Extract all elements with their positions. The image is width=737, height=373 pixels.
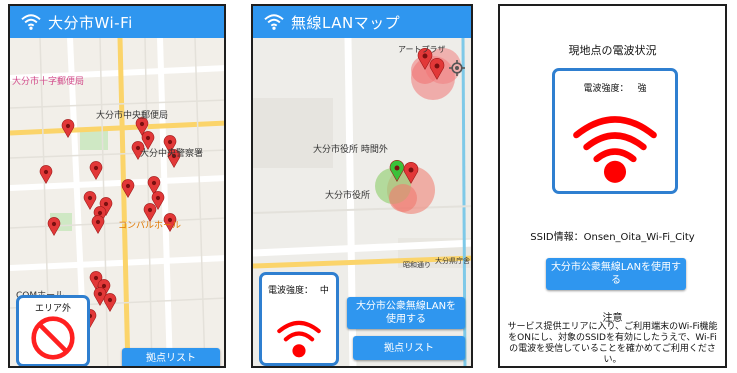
map-label: アートプラザ — [398, 45, 446, 54]
map-pin-dot — [97, 210, 103, 216]
signal-strength-row: 電波強度： 強 — [555, 81, 675, 94]
location-target-icon[interactable] — [449, 60, 465, 76]
map-label: 昭和通り — [403, 261, 431, 269]
use-public-lan-button[interactable]: 大分市公衆無線LANを使用する — [546, 258, 686, 290]
map-pin-dot — [125, 183, 131, 189]
location-list-button[interactable]: 拠点リスト — [122, 348, 220, 366]
map-pin-dot — [155, 195, 161, 201]
map-pin-dot — [87, 195, 93, 201]
wifi-signal-icon — [573, 116, 657, 183]
map-label: 大分市中央郵便局 — [96, 111, 169, 121]
map-pin-dot — [139, 121, 145, 127]
ssid-info: SSID情報：Onsen_Oita_Wi-Fi_City — [530, 232, 695, 243]
signal-label: 電波強度： — [268, 286, 314, 296]
signal-label: 電波強度： — [583, 84, 629, 94]
app-bar: 無線LANマップ — [253, 6, 471, 38]
map-pin-dot — [167, 139, 173, 145]
map-pin-dot — [43, 169, 49, 175]
map-pin-dot — [97, 291, 103, 297]
signal-value: 中 — [319, 286, 329, 296]
map-pin-dot — [145, 135, 151, 141]
signal-strength-row: 電波強度： 中 — [268, 283, 336, 296]
map-label: コンパルホール — [118, 221, 182, 231]
screen-wireless-lan-map: 無線LANマップ 大分市役所 時間外 大分市役所 昭和通り 大分県庁舎 アートプ… — [251, 4, 473, 368]
map-pin-dot — [93, 275, 99, 281]
app-title: 大分市Wi-Fi — [48, 13, 133, 32]
map-pin-dot — [394, 165, 400, 171]
map-pin-dot — [95, 219, 101, 225]
wifi-signal-icon — [277, 320, 321, 358]
wifi-icon — [264, 14, 284, 30]
map-pin-dot — [434, 63, 440, 69]
status-label: エリア外 — [34, 304, 71, 314]
map-label: 大分県庁舎 — [435, 257, 470, 265]
map-pin-dot — [65, 123, 71, 129]
notice-body: サービス提供エリアに入り、ご利用端末のWi-Fi機能をONにし、対象のSSIDを… — [507, 322, 718, 365]
signal-strength-panel: 電波強度： 強 — [552, 68, 678, 194]
map-pin-dot — [151, 180, 157, 186]
map-pin-dot — [93, 165, 99, 171]
map-pin-dot — [51, 221, 57, 227]
location-list-button[interactable]: 拠点リスト — [353, 336, 465, 360]
no-entry-icon — [31, 316, 75, 360]
map-pin-dot — [408, 167, 414, 173]
screen-wifi-map: 大分市Wi-Fi 大分市中央郵便局 コンパルホール 大分中央警察署 大分市十字郵… — [8, 4, 226, 368]
use-public-lan-button[interactable]: 大分市公衆無線LANを使用する — [347, 297, 465, 329]
page-title: 現地点の電波状況 — [568, 44, 657, 57]
map-label: 大分市十字郵便局 — [12, 77, 85, 87]
map-label: 大分市役所 — [325, 191, 371, 201]
map-pin-dot — [103, 201, 109, 207]
map-pin-dot — [101, 283, 107, 289]
signal-strength-panel: 電波強度： 中 — [259, 272, 339, 366]
map-label: 大分市役所 時間外 — [313, 145, 388, 155]
map-pin-dot — [107, 297, 113, 303]
signal-value: 強 — [637, 84, 647, 94]
app-bar: 大分市Wi-Fi — [10, 6, 224, 38]
map-label: 大分中央警察署 — [140, 149, 204, 159]
area-status-panel: エリア外 — [16, 295, 90, 366]
wifi-icon — [21, 14, 41, 30]
map-pin-dot — [147, 207, 153, 213]
app-title: 無線LANマップ — [291, 13, 401, 32]
screen-signal-status: 現地点の電波状況 電波強度： 強 SSID情報：Onsen_Oita_Wi-Fi… — [498, 4, 727, 368]
